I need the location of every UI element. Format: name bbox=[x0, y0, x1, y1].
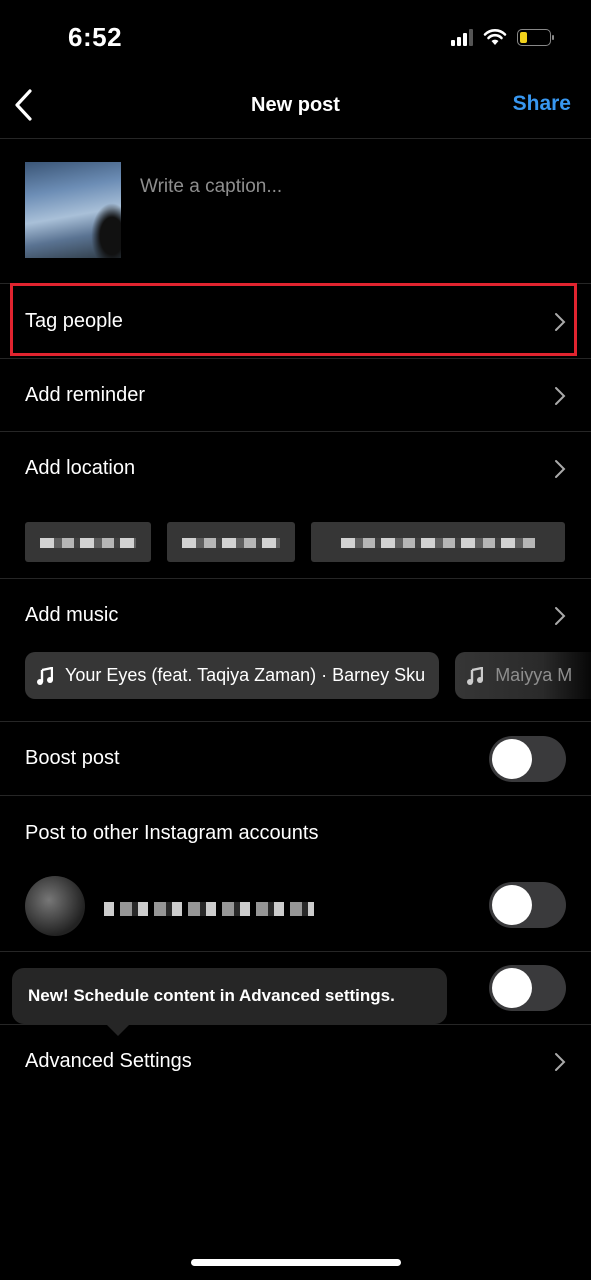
avatar bbox=[25, 876, 85, 936]
music-chip[interactable]: Maiyya M bbox=[455, 652, 591, 699]
other-accounts-title: Post to other Instagram accounts bbox=[25, 822, 319, 844]
add-location-label: Add location bbox=[25, 457, 136, 479]
share-button[interactable]: Share bbox=[513, 92, 571, 116]
boost-post-label: Boost post bbox=[25, 747, 120, 769]
music-note-icon bbox=[37, 666, 53, 685]
status-time: 6:52 bbox=[68, 22, 123, 52]
music-note-icon bbox=[467, 666, 484, 685]
chevron-right-icon bbox=[555, 606, 566, 625]
share-toggle[interactable] bbox=[489, 965, 566, 1011]
tag-people-row[interactable]: Tag people bbox=[0, 285, 591, 358]
schedule-tooltip: New! Schedule content in Advanced settin… bbox=[12, 968, 447, 1036]
signal-icon bbox=[451, 28, 473, 46]
divider bbox=[0, 138, 591, 139]
music-chip-label: Your Eyes (feat. Taqiya Zaman) · Barney … bbox=[65, 665, 426, 685]
advanced-settings-row[interactable]: Advanced Settings bbox=[0, 1025, 591, 1098]
add-music-label: Add music bbox=[25, 604, 119, 626]
location-chip[interactable] bbox=[311, 522, 565, 562]
home-indicator[interactable] bbox=[191, 1259, 401, 1266]
add-location-row[interactable]: Add location bbox=[0, 432, 591, 505]
location-suggestions bbox=[25, 522, 565, 562]
tooltip-text: New! Schedule content in Advanced settin… bbox=[28, 986, 395, 1005]
tag-people-label: Tag people bbox=[25, 310, 123, 332]
status-icons bbox=[451, 28, 554, 46]
add-reminder-row[interactable]: Add reminder bbox=[0, 359, 591, 432]
add-reminder-label: Add reminder bbox=[25, 384, 146, 406]
chevron-right-icon bbox=[555, 386, 566, 405]
advanced-settings-label: Advanced Settings bbox=[25, 1050, 192, 1072]
music-suggestions: Your Eyes (feat. Taqiya Zaman) · Barney … bbox=[25, 652, 591, 699]
wifi-icon bbox=[483, 29, 507, 45]
caption-input[interactable] bbox=[140, 176, 560, 198]
divider bbox=[0, 283, 591, 284]
chevron-right-icon bbox=[555, 459, 566, 478]
account-username-redacted bbox=[104, 902, 314, 916]
divider bbox=[0, 795, 591, 796]
location-chip[interactable] bbox=[25, 522, 151, 562]
chevron-right-icon bbox=[555, 1052, 566, 1071]
boost-post-toggle[interactable] bbox=[489, 736, 566, 782]
other-account-toggle[interactable] bbox=[489, 882, 566, 928]
add-music-row[interactable]: Add music bbox=[0, 579, 591, 652]
battery-icon bbox=[517, 28, 554, 46]
page-title: New post bbox=[251, 94, 340, 116]
location-chip[interactable] bbox=[167, 522, 295, 562]
music-chip[interactable]: Your Eyes (feat. Taqiya Zaman) · Barney … bbox=[25, 652, 440, 699]
music-chip-label: Maiyya M bbox=[495, 665, 573, 685]
post-thumbnail[interactable] bbox=[25, 162, 121, 258]
chevron-right-icon bbox=[555, 312, 566, 331]
divider bbox=[0, 951, 591, 952]
